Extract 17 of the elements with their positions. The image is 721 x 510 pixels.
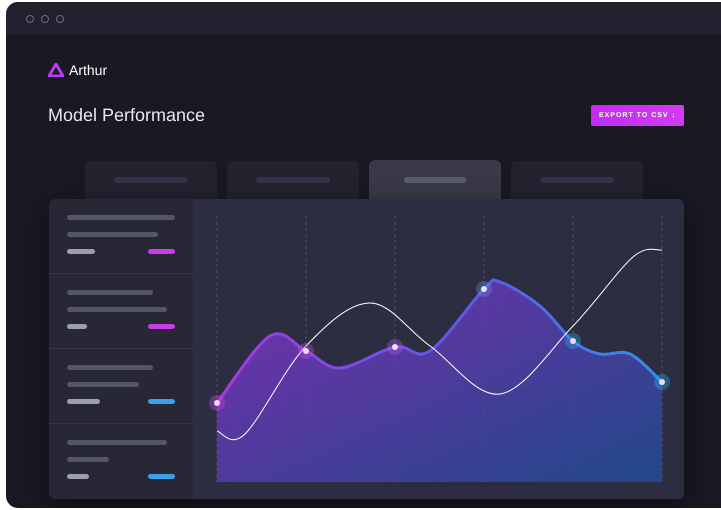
tab[interactable]: [369, 160, 501, 199]
label-placeholder: [67, 249, 95, 254]
data-point: [298, 343, 314, 359]
data-point: [209, 395, 225, 411]
text-placeholder: [67, 457, 109, 462]
logo-icon: [48, 63, 64, 77]
data-point: [565, 333, 581, 349]
label-placeholder: [67, 324, 87, 329]
text-placeholder: [67, 382, 139, 387]
data-point: [654, 374, 670, 390]
data-point: [387, 339, 403, 355]
brand-name: Arthur: [69, 60, 108, 80]
page-title: Model Performance: [48, 104, 206, 127]
data-point: [476, 281, 492, 297]
tab-label-placeholder: [404, 177, 466, 183]
label-placeholder: [67, 474, 89, 479]
label-placeholder: [67, 399, 100, 404]
